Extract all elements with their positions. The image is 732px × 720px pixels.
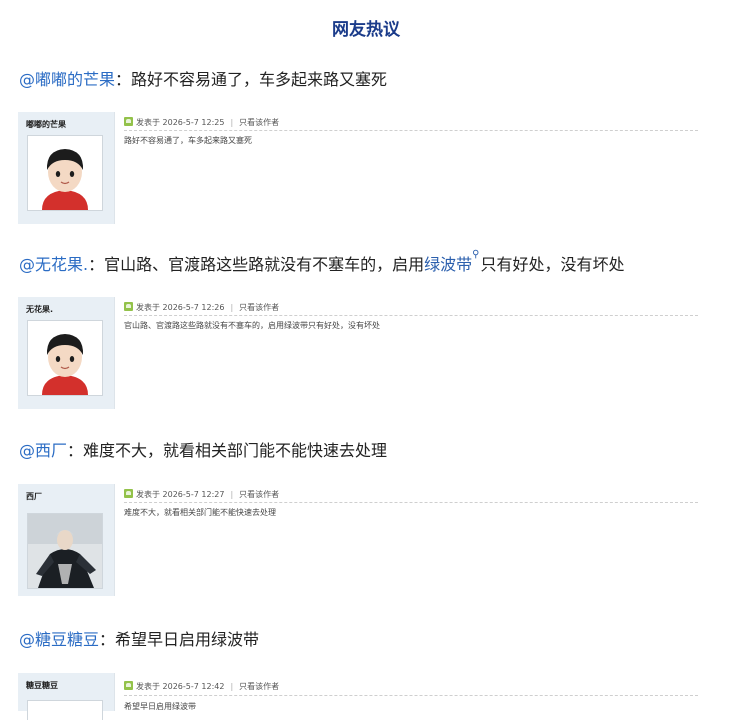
comment-separator: ：: [99, 630, 116, 649]
only-author-link[interactable]: 只看该作者: [239, 118, 279, 127]
post-time: 发表于 2026-5-7 12:25: [136, 118, 225, 127]
post-time: 发表于 2026-5-7 12:27: [136, 490, 225, 499]
only-author-link[interactable]: 只看该作者: [239, 682, 279, 691]
post-username: 无花果.: [26, 305, 54, 314]
post-content: 发表于 2026-5-7 12:25 | 只看该作者 路好不容易通了，车多起来路又塞…: [124, 112, 698, 224]
post-time: 发表于 2026-5-7 12:26: [136, 303, 225, 312]
user-icon: [124, 489, 133, 498]
post-meta: 发表于 2026-5-7 12:26 | 只看该作者: [124, 302, 279, 313]
divider: [124, 315, 698, 316]
forum-post-screenshot: 嘟嘟的芒果 发表于 2026-5-7 12:25 | 只看该作者 路好不容易通了，车…: [18, 112, 698, 224]
divider: [124, 695, 698, 696]
user-icon: [124, 681, 133, 690]
avatar: [27, 135, 103, 211]
post-meta: 发表于 2026-5-7 12:42 | 只看该作者: [124, 681, 279, 692]
post-meta: 发表于 2026-5-7 12:27 | 只看该作者: [124, 489, 279, 500]
post-body: 路好不容易通了，车多起来路又塞死: [124, 136, 252, 145]
post-username: 西厂: [26, 492, 42, 501]
only-author-link[interactable]: 只看该作者: [239, 490, 279, 499]
comment-text: 难度不大，就看相关部门能不能快速去处理: [83, 441, 388, 460]
comment-username[interactable]: @糖豆糖豆: [19, 630, 99, 649]
comment-text: 官山路、官渡路这些路就没有不塞车的，启用: [104, 255, 425, 274]
post-body: 难度不大，就看相关部门能不能快速去处理: [124, 508, 276, 517]
page-title: 网友热议: [332, 20, 400, 40]
only-author-link[interactable]: 只看该作者: [239, 303, 279, 312]
comment-username[interactable]: @无花果.: [19, 255, 88, 274]
post-meta: 发表于 2026-5-7 12:25 | 只看该作者: [124, 117, 279, 128]
comment-line: @无花果.：官山路、官渡路这些路就没有不塞车的，启用绿波带⚲只有好处，没有坏处: [19, 249, 625, 275]
post-sidebar: 无花果.: [18, 297, 115, 409]
avatar: [27, 513, 103, 589]
post-body: 官山路、官渡路这些路就没有不塞车的，启用绿波带只有好处，没有坏处: [124, 321, 380, 330]
post-sidebar: 糖豆糖豆: [18, 673, 115, 720]
comment-text-after: 只有好处，没有坏处: [480, 255, 625, 274]
post-content: 发表于 2026-5-7 12:42 | 只看该作者 希望早日启用绿波带: [124, 673, 698, 711]
user-icon: [124, 302, 133, 311]
post-content: 发表于 2026-5-7 12:27 | 只看该作者 难度不大，就看相关部门能不能快…: [124, 484, 698, 596]
comment-text: 希望早日启用绿波带: [115, 630, 260, 649]
comment-text: 路好不容易通了，车多起来路又塞死: [131, 70, 388, 89]
divider: [124, 502, 698, 503]
forum-post-screenshot: 无花果. 发表于 2026-5-7 12:26 | 只看该作者 官山路、官渡路这些路…: [18, 297, 698, 409]
comment-line: @西厂：难度不大，就看相关部门能不能快速去处理: [19, 437, 387, 461]
comment-line: @嘟嘟的芒果：路好不容易通了，车多起来路又塞死: [19, 66, 387, 90]
forum-post-screenshot: 西厂 发表于 2026-5-7 12:27 | 只看该作者 难度不大，就看相关部门能…: [18, 484, 698, 596]
comment-username[interactable]: @嘟嘟的芒果: [19, 70, 115, 89]
comment-username[interactable]: @西厂: [19, 441, 67, 460]
comment-separator: ：: [88, 255, 105, 274]
comment-line: @糖豆糖豆：希望早日启用绿波带: [19, 626, 259, 650]
post-username: 嘟嘟的芒果: [26, 120, 66, 129]
post-body: 希望早日启用绿波带: [124, 702, 196, 711]
post-username: 糖豆糖豆: [26, 681, 58, 690]
search-icon: ⚲: [472, 249, 480, 260]
divider: [124, 130, 698, 131]
post-sidebar: 西厂: [18, 484, 115, 596]
avatar: [27, 320, 103, 396]
comment-separator: ：: [67, 441, 84, 460]
keyword-link[interactable]: 绿波带: [424, 255, 472, 274]
user-icon: [124, 117, 133, 126]
forum-post-screenshot: 糖豆糖豆 发表于 2026-5-7 12:42 | 只看该作者 希望早日启用绿波带: [18, 673, 698, 720]
post-content: 发表于 2026-5-7 12:26 | 只看该作者 官山路、官渡路这些路就没有不塞…: [124, 297, 698, 409]
avatar: [27, 700, 103, 720]
post-sidebar: 嘟嘟的芒果: [18, 112, 115, 224]
comment-separator: ：: [115, 70, 132, 89]
post-time: 发表于 2026-5-7 12:42: [136, 682, 225, 691]
